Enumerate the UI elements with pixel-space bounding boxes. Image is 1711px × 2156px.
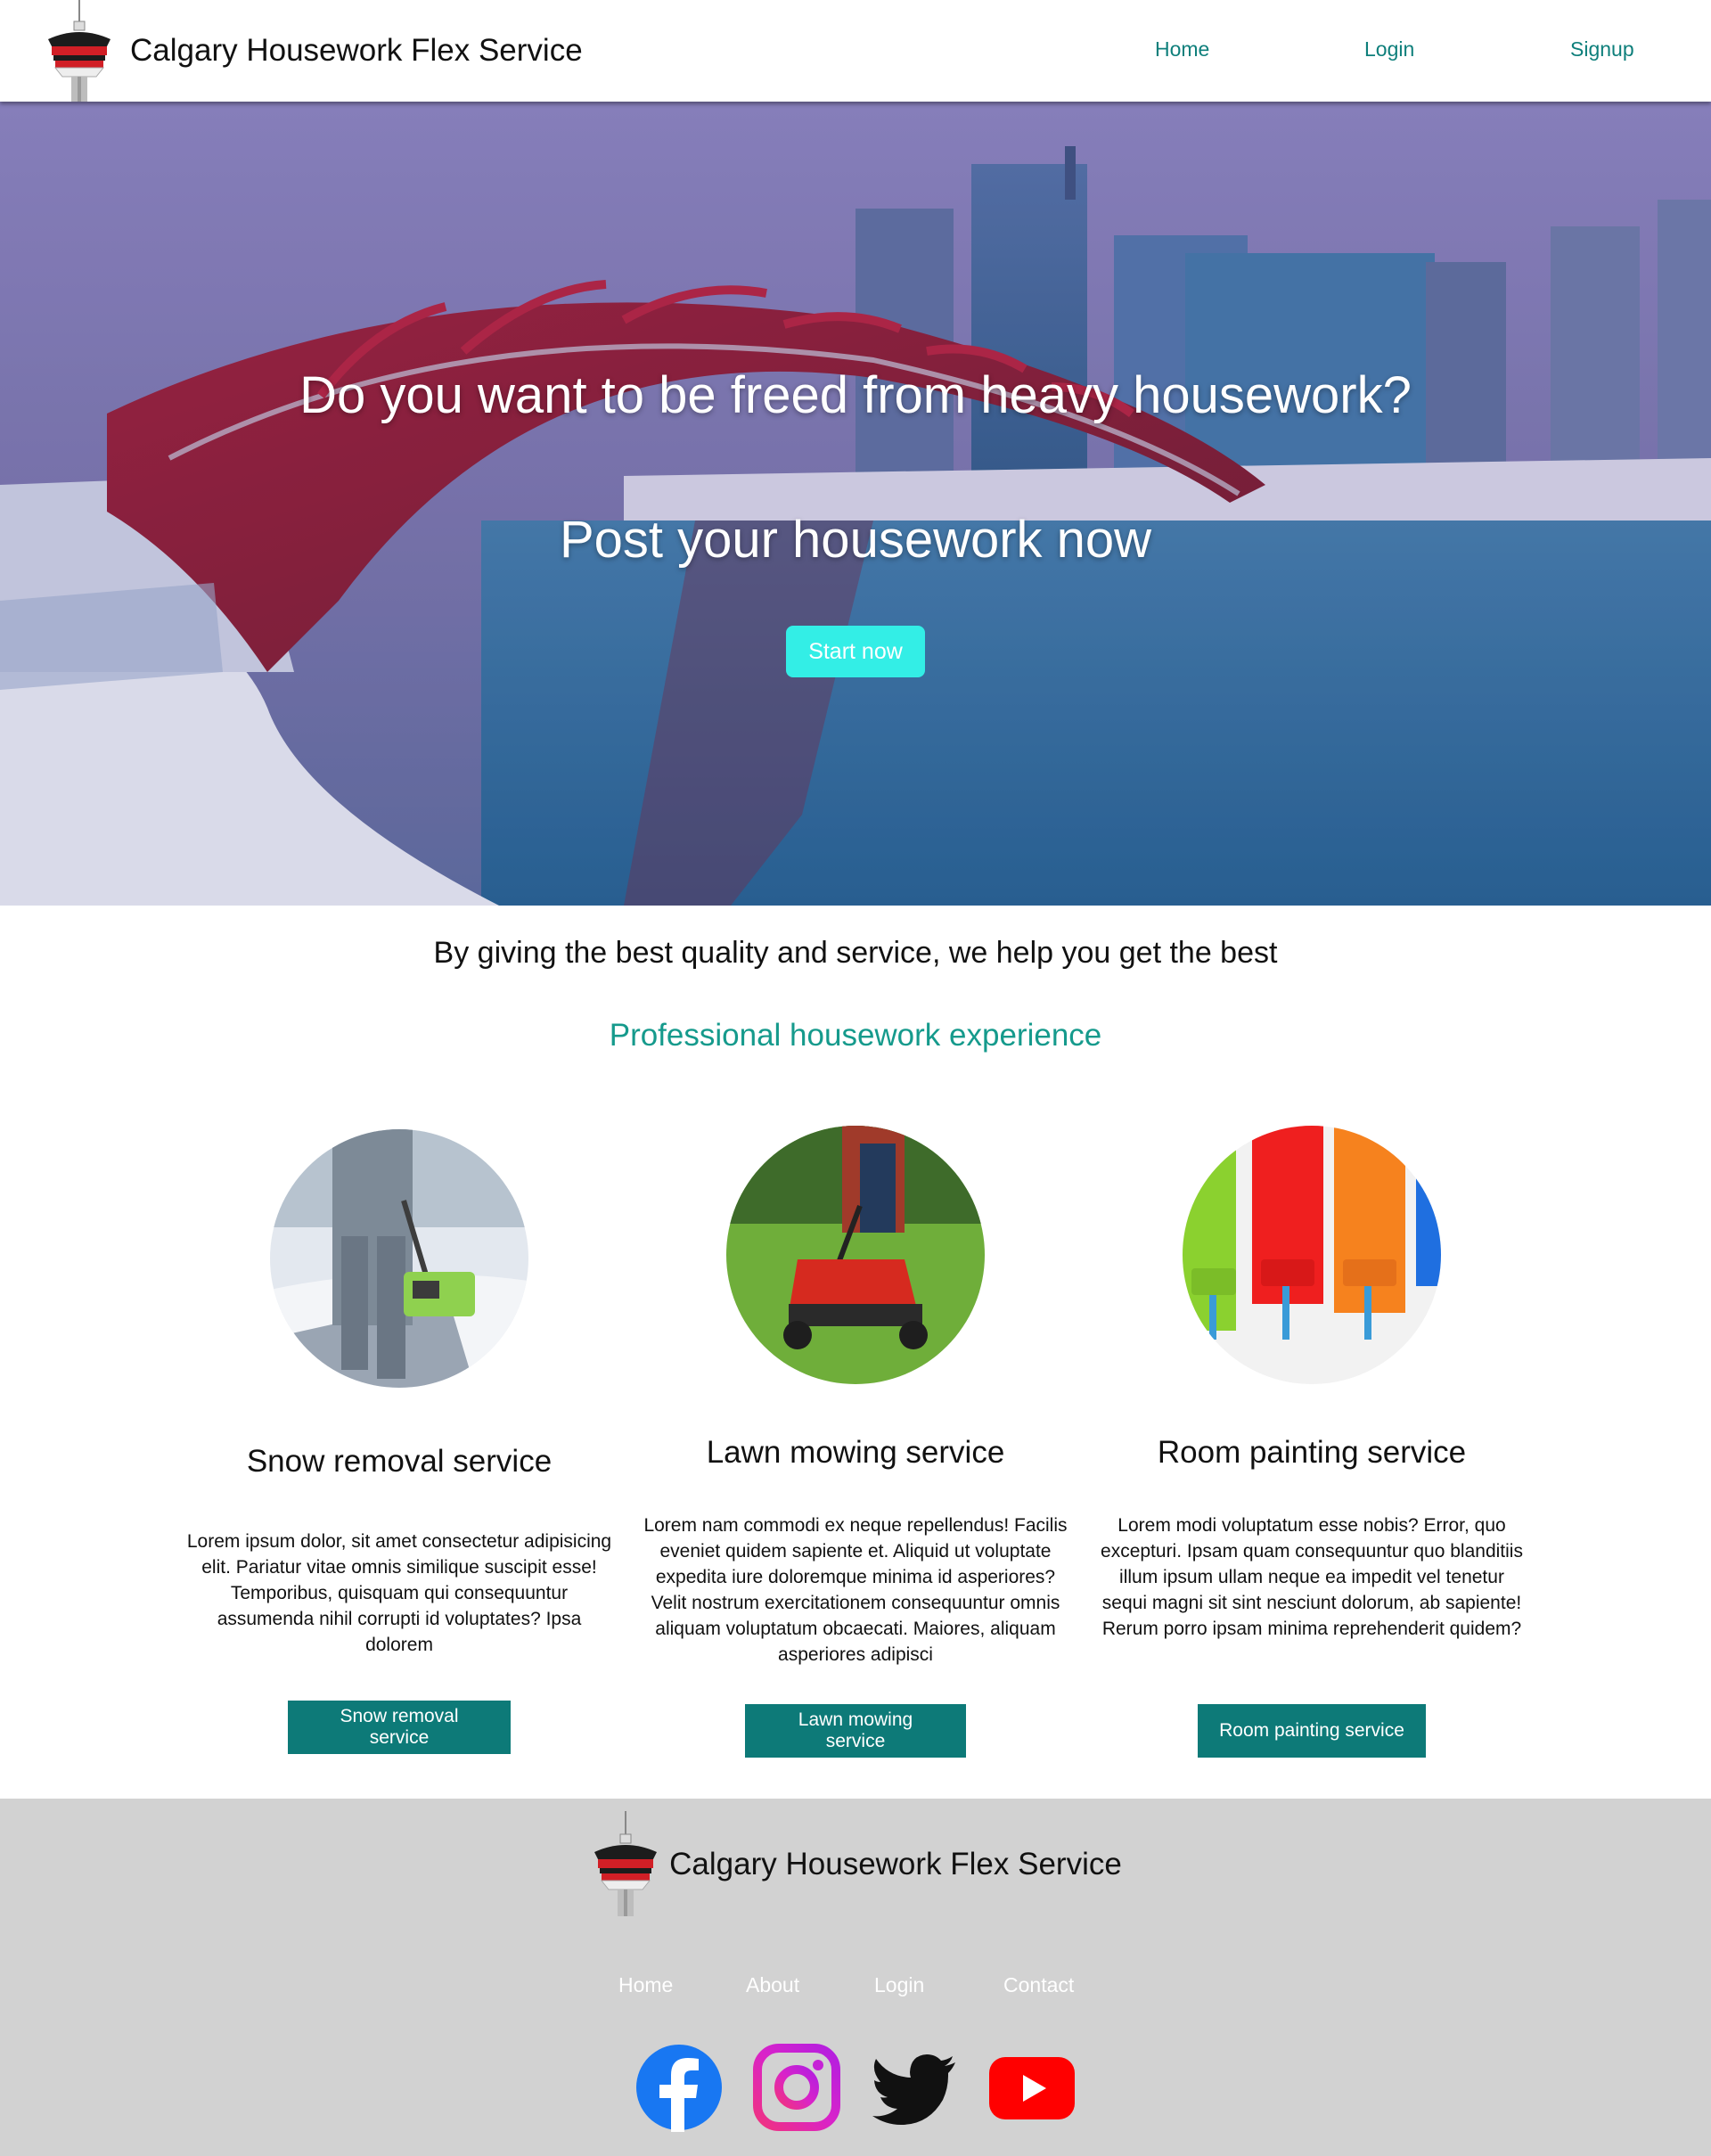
lawn-mowing-photo (726, 1126, 985, 1384)
peace-bridge-winter-photo (0, 102, 1711, 906)
start-now-button[interactable]: Start now (786, 626, 925, 677)
snow-removal-button[interactable]: Snow removal service (288, 1701, 511, 1754)
site-footer: Calgary Housework Flex Service Home Abou… (0, 1799, 1711, 2156)
twitter-icon[interactable] (870, 2043, 959, 2132)
subtagline: Professional housework experience (609, 1018, 1102, 1053)
hero-banner: Do you want to be freed from heavy house… (0, 102, 1711, 906)
brand[interactable]: Calgary Housework Flex Service (43, 0, 583, 102)
lawn-mowing-button[interactable]: Lawn mowing service (745, 1704, 966, 1758)
hero-title: Do you want to be freed from heavy house… (299, 366, 1412, 424)
lawn-mowing-title: Lawn mowing service (706, 1435, 1005, 1470)
lawn-mowing-description: Lorem nam commodi ex neque repellendus! … (643, 1515, 1068, 1665)
footer-link-home[interactable]: Home (618, 1973, 673, 1997)
instagram-icon[interactable] (752, 2043, 841, 2132)
room-painting-photo (1183, 1126, 1441, 1384)
footer-brand[interactable]: Calgary Housework Flex Service (0, 1811, 1711, 1918)
site-header: Calgary Housework Flex Service Home Logi… (0, 0, 1711, 102)
room-painting-button[interactable]: Room painting service (1198, 1704, 1426, 1758)
youtube-icon[interactable] (987, 2043, 1077, 2132)
room-painting-description: Lorem modi voluptatum esse nobis? Error,… (1101, 1515, 1523, 1639)
calgary-tower-icon (594, 1811, 658, 1916)
nav-home[interactable]: Home (1155, 37, 1209, 61)
footer-brand-name: Calgary Housework Flex Service (669, 1847, 1122, 1881)
nav-signup[interactable]: Signup (1570, 37, 1634, 61)
footer-link-contact[interactable]: Contact (1003, 1973, 1074, 1997)
snow-removal-description: Lorem ipsum dolor, sit amet consectetur … (186, 1531, 612, 1655)
nav-login[interactable]: Login (1364, 37, 1414, 61)
footer-link-login[interactable]: Login (874, 1973, 924, 1997)
tagline: By giving the best quality and service, … (433, 936, 1278, 970)
snow-removal-title: Snow removal service (246, 1444, 553, 1479)
calgary-tower-icon (48, 0, 111, 102)
brand-name: Calgary Housework Flex Service (130, 33, 583, 68)
facebook-icon[interactable] (634, 2043, 724, 2132)
snow-removal-photo (270, 1129, 528, 1388)
hero-subtitle: Post your housework now (559, 511, 1152, 569)
room-painting-title: Room painting service (1157, 1435, 1467, 1470)
footer-link-about[interactable]: About (746, 1973, 799, 1997)
